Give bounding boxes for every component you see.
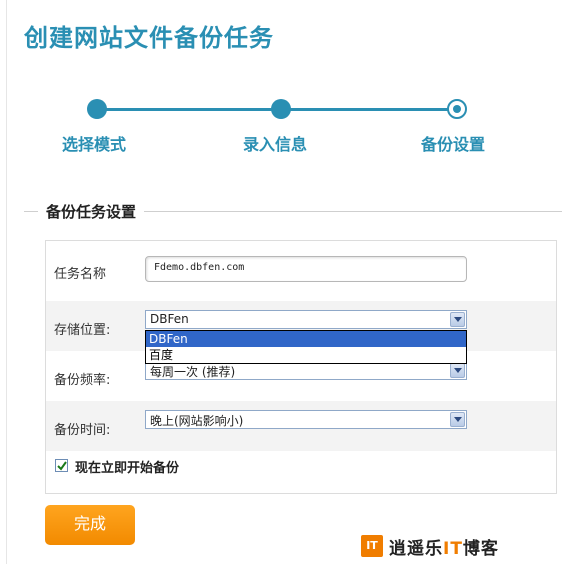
section-title: 备份任务设置 xyxy=(38,201,145,222)
watermark-text-suffix: 博客 xyxy=(462,538,499,559)
step-3-indicator xyxy=(447,99,467,119)
start-now-checkbox[interactable] xyxy=(55,459,68,472)
start-now-label[interactable]: 现在立即开始备份 xyxy=(75,457,179,476)
step-connector-2 xyxy=(290,108,448,111)
chevron-down-icon[interactable] xyxy=(450,363,465,378)
step-1-label: 选择模式 xyxy=(62,135,127,154)
page: 创建网站文件备份任务 选择模式 录入信息 备份设置 备份任务设置 任务名称 Fd… xyxy=(0,0,562,564)
left-border xyxy=(6,0,7,564)
step-1-indicator xyxy=(87,99,107,119)
time-select-value: 晚上(网站影响小) xyxy=(150,414,244,428)
task-name-input[interactable]: Fdemo.dbfen.com xyxy=(145,256,467,282)
dropdown-option-baidu[interactable]: 百度 xyxy=(146,347,466,363)
page-title: 创建网站文件备份任务 xyxy=(24,24,274,52)
finish-button[interactable]: 完成 xyxy=(45,505,135,545)
time-row: 备份时间: 晚上(网站影响小) xyxy=(46,401,556,451)
storage-select-value: DBFen xyxy=(150,312,189,326)
watermark-text: 逍遥乐IT博客 xyxy=(389,534,499,559)
time-select[interactable]: 晚上(网站影响小) xyxy=(145,410,467,429)
chevron-down-icon[interactable] xyxy=(450,412,465,427)
chevron-down-icon[interactable] xyxy=(450,312,465,327)
watermark-mark: IT xyxy=(361,535,383,557)
storage-label: 存储位置: xyxy=(54,323,111,338)
time-label: 备份时间: xyxy=(54,423,111,438)
watermark-text-it: IT xyxy=(443,538,463,559)
storage-select[interactable]: DBFen xyxy=(145,310,467,329)
watermark-text-prefix: 逍遥乐 xyxy=(389,538,443,559)
backup-settings-form: 任务名称 Fdemo.dbfen.com 存储位置: DBFen 备份频率: 每… xyxy=(45,240,557,494)
storage-dropdown-list: DBFen 百度 xyxy=(145,330,467,364)
task-name-label: 任务名称 xyxy=(54,267,107,282)
frequency-label: 备份频率: xyxy=(54,373,111,388)
step-2-indicator xyxy=(271,99,291,119)
task-name-row: 任务名称 Fdemo.dbfen.com xyxy=(46,241,556,291)
watermark-logo: IT 逍遥乐IT博客 xyxy=(361,534,499,559)
dropdown-option-dbfen[interactable]: DBFen xyxy=(146,331,466,347)
step-connector-1 xyxy=(106,108,272,111)
frequency-select-value: 每周一次 (推荐) xyxy=(150,365,236,379)
step-3-label: 备份设置 xyxy=(421,135,486,154)
step-2-label: 录入信息 xyxy=(243,135,308,154)
